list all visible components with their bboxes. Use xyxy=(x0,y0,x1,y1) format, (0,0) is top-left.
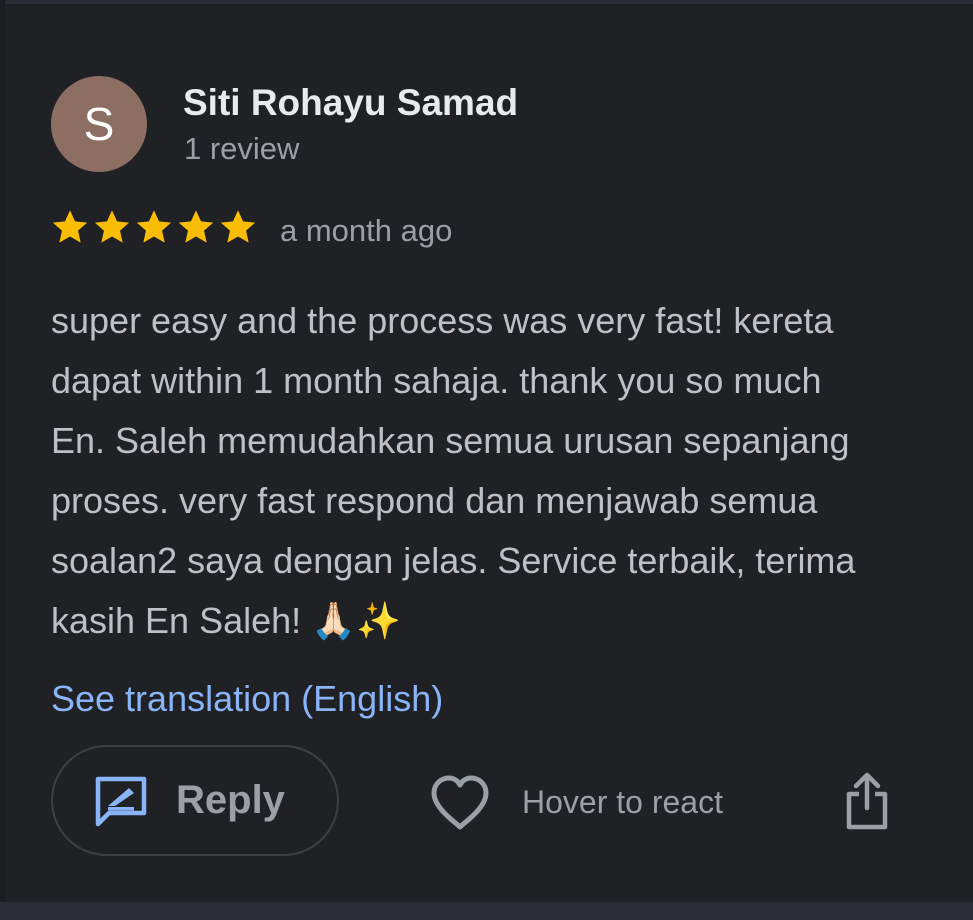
review-line: super easy and the process was very fast… xyxy=(51,300,834,341)
share-icon[interactable] xyxy=(845,772,889,830)
see-translation-link[interactable]: See translation (English) xyxy=(51,678,443,720)
star-icon xyxy=(133,204,175,250)
review-line: proses. very fast respond dan menjawab s… xyxy=(51,480,818,521)
review-line: soalan2 saya dengan jelas. Service terba… xyxy=(51,540,856,581)
star-icon xyxy=(175,204,217,250)
window-bottom-edge xyxy=(0,902,973,920)
review-line: kasih En Saleh! 🙏🏻✨ xyxy=(51,600,401,641)
review-line: dapat within 1 month sahaja. thank you s… xyxy=(51,360,822,401)
reply-icon xyxy=(95,776,147,827)
review-text: super easy and the process was very fast… xyxy=(51,291,973,651)
reply-button[interactable]: Reply xyxy=(51,745,339,856)
review-line: En. Saleh memudahkan semua urusan sepanj… xyxy=(51,420,850,461)
star-icon xyxy=(91,204,133,250)
avatar[interactable]: S xyxy=(51,76,147,172)
review-count: 1 review xyxy=(184,131,300,166)
reviewer-name[interactable]: Siti Rohayu Samad xyxy=(183,82,518,124)
star-icon xyxy=(217,204,259,250)
star-rating xyxy=(49,204,259,252)
review-time: a month ago xyxy=(280,213,453,248)
review-card: S Siti Rohayu Samad 1 review a month ago… xyxy=(5,4,973,902)
heart-icon[interactable] xyxy=(429,774,491,832)
star-icon xyxy=(49,204,91,250)
react-label[interactable]: Hover to react xyxy=(522,784,723,821)
reply-label: Reply xyxy=(176,778,285,822)
